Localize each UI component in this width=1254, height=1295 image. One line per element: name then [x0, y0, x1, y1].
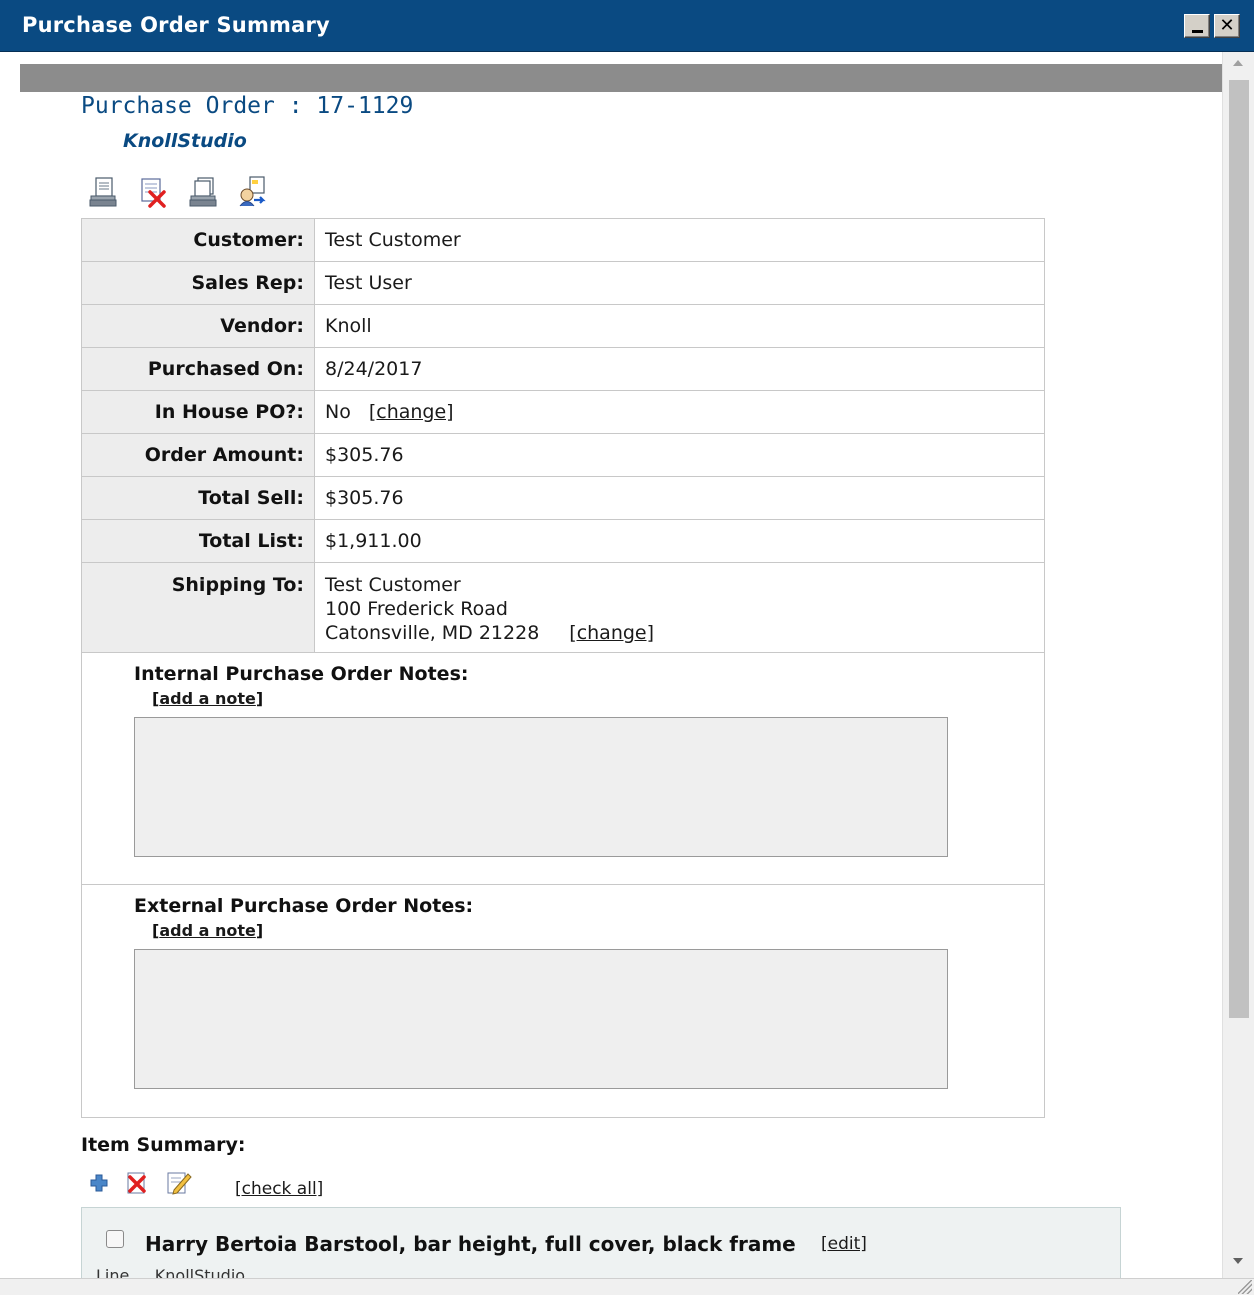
purchased-on-row: Purchased On: 8/24/2017: [82, 348, 1044, 391]
total-sell-value: $305.76: [325, 487, 404, 509]
internal-notes-label: Internal Purchase Order Notes:: [134, 663, 469, 685]
order-amount-row: Order Amount: $305.76: [82, 434, 1044, 477]
shipping-to-label: Shipping To:: [82, 563, 315, 652]
item-checkbox[interactable]: [106, 1230, 124, 1248]
add-icon[interactable]: [90, 1174, 108, 1192]
total-list-row: Total List: $1,911.00: [82, 520, 1044, 563]
sales-rep-value: Test User: [325, 272, 412, 294]
minimize-button[interactable]: [1184, 14, 1210, 38]
po-toolbar: [88, 172, 268, 208]
vendor-value: Knoll: [325, 315, 372, 337]
header-divider-bar: [20, 64, 1222, 92]
in-house-po-cell: No [change]: [315, 391, 1044, 433]
shipping-line-2: 100 Frederick Road: [325, 598, 508, 620]
edit-icon[interactable]: [166, 1170, 192, 1196]
external-add-note: [add a note]: [152, 921, 263, 940]
window-status-strip: [0, 1278, 1254, 1295]
purchase-order-title: Purchase Order : 17-1129: [81, 93, 414, 119]
external-notes-box: [134, 949, 948, 1089]
internal-add-note: [add a note]: [152, 689, 263, 708]
scrollbar-thumb[interactable]: [1229, 80, 1249, 1018]
shipping-line-1: Test Customer: [325, 574, 461, 596]
delete-icon[interactable]: [126, 1171, 148, 1195]
external-notes-label: External Purchase Order Notes:: [134, 895, 474, 917]
total-list-label: Total List:: [82, 520, 315, 562]
internal-add-note-link[interactable]: add a note: [159, 689, 256, 708]
send-document-icon[interactable]: [238, 176, 268, 208]
vertical-scrollbar[interactable]: [1222, 52, 1254, 1278]
purchase-order-summary-window: Purchase Order Summary ✕ Purchase Order …: [0, 0, 1254, 1295]
sales-rep-label: Sales Rep:: [82, 262, 315, 304]
vendor-label: Vendor:: [82, 305, 315, 347]
external-add-note-link[interactable]: add a note: [159, 921, 256, 940]
purchased-on-label: Purchased On:: [82, 348, 315, 390]
po-details-table: Customer: Test Customer Sales Rep: Test …: [81, 218, 1045, 1118]
external-add-note-close-bracket: ]: [255, 921, 264, 940]
customer-value: Test Customer: [325, 229, 461, 251]
vendor-row: Vendor: Knoll: [82, 305, 1044, 348]
delete-document-icon[interactable]: [138, 176, 168, 208]
order-amount-label: Order Amount:: [82, 434, 315, 476]
close-icon: ✕: [1219, 15, 1235, 36]
title-bar[interactable]: Purchase Order Summary ✕: [0, 0, 1254, 52]
order-amount-value: $305.76: [325, 444, 404, 466]
item-name: Harry Bertoia Barstool, bar height, full…: [145, 1232, 796, 1256]
check-all-link[interactable]: [check all]: [235, 1179, 323, 1199]
check-all-link-wrap: [check all]: [235, 1179, 323, 1199]
total-sell-row: Total Sell: $305.76: [82, 477, 1044, 520]
in-house-po-label: In House PO?:: [82, 391, 315, 433]
item-edit-link-wrap: [edit]: [821, 1234, 867, 1254]
total-sell-label: Total Sell:: [82, 477, 315, 519]
item-toolbar: [90, 1170, 192, 1196]
window-title: Purchase Order Summary: [22, 13, 330, 37]
item-edit-link[interactable]: [edit]: [821, 1234, 867, 1254]
in-house-po-row: In House PO?: No [change]: [82, 391, 1044, 434]
item-row: Harry Bertoia Barstool, bar height, full…: [81, 1207, 1121, 1278]
print-icon[interactable]: [88, 176, 118, 208]
shipping-line-3: Catonsville, MD 21228: [325, 622, 540, 644]
item-subtext: Line ... KnollStudio: [96, 1266, 246, 1278]
total-list-value: $1,911.00: [325, 530, 422, 552]
customer-label: Customer:: [82, 219, 315, 261]
resize-grip-icon[interactable]: [1238, 1280, 1252, 1294]
print-copy-icon[interactable]: [188, 176, 218, 208]
internal-notes-box: [134, 717, 948, 857]
in-house-po-change-link[interactable]: [change]: [369, 401, 454, 423]
scroll-up-arrow-icon[interactable]: [1233, 60, 1243, 66]
external-notes-section: External Purchase Order Notes: [add a no…: [82, 885, 1044, 1117]
vendor-studio-name: KnollStudio: [123, 130, 247, 152]
minimize-icon: [1191, 29, 1203, 33]
scroll-down-arrow-icon[interactable]: [1233, 1258, 1243, 1264]
customer-row: Customer: Test Customer: [82, 219, 1044, 262]
item-summary-heading: Item Summary:: [81, 1134, 246, 1156]
sales-rep-row: Sales Rep: Test User: [82, 262, 1044, 305]
internal-notes-section: Internal Purchase Order Notes: [add a no…: [82, 653, 1044, 885]
shipping-change-link[interactable]: [change]: [569, 622, 654, 644]
shipping-address: Test Customer 100 Frederick Road Catonsv…: [315, 563, 1044, 652]
shipping-to-row: Shipping To: Test Customer 100 Frederick…: [82, 563, 1044, 653]
purchased-on-value: 8/24/2017: [325, 358, 423, 380]
shipping-line-3-wrap: Catonsville, MD 21228 [change]: [325, 621, 1044, 645]
close-button[interactable]: ✕: [1214, 14, 1240, 38]
in-house-po-value: No: [325, 401, 351, 423]
internal-add-note-close-bracket: ]: [255, 689, 264, 708]
